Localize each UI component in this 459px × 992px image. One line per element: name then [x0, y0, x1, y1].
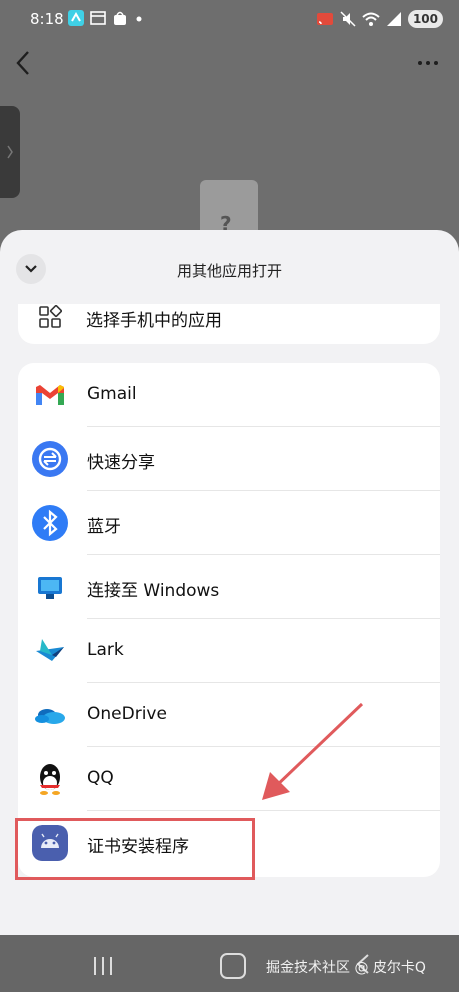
watermark: 掘金技术社区 @ 皮尔卡Q: [266, 960, 426, 976]
qq-icon: [40, 764, 60, 795]
signal-icon: [386, 12, 401, 26]
bluetooth-icon: [32, 505, 68, 541]
sheet-header: 用其他应用打开: [0, 230, 459, 305]
recent-apps-icon[interactable]: [92, 955, 114, 977]
home-button[interactable]: [220, 953, 246, 979]
wifi-icon: [362, 12, 380, 26]
clock: 8:18: [30, 10, 64, 28]
app-grid-icon: [39, 305, 62, 328]
sheet-title: 用其他应用打开: [176, 262, 282, 280]
onedrive-icon: [35, 709, 65, 724]
app-item-qq[interactable]: QQ: [18, 747, 440, 811]
app-name: Lark: [87, 640, 124, 660]
calendar-icon: [90, 11, 106, 25]
mute-icon: [340, 11, 356, 27]
app-name: QQ: [87, 768, 114, 788]
mirror-app-icon: [68, 10, 84, 26]
choose-app-card[interactable]: 选择手机中的应用: [18, 304, 440, 344]
cast-icon: [316, 13, 333, 25]
status-bar: 8:18 100: [0, 0, 459, 40]
app-item-link-to-windows[interactable]: 连接至 Windows: [18, 555, 440, 619]
back-arrow-icon[interactable]: [12, 48, 36, 78]
app-list: Gmail 快速分享 蓝牙 连接至 Windows Lark OneDrive …: [18, 363, 440, 877]
battery-indicator: 100: [407, 10, 443, 28]
lark-icon: [36, 639, 64, 661]
app-item-bluetooth[interactable]: 蓝牙: [18, 491, 440, 555]
app-name: Gmail: [87, 384, 137, 404]
app-name: OneDrive: [87, 704, 167, 724]
gmail-icon: [36, 385, 64, 405]
top-app-bar: [0, 40, 459, 90]
app-name: 蓝牙: [87, 517, 121, 537]
app-item-quick-share[interactable]: 快速分享: [18, 427, 440, 491]
app-item-gmail[interactable]: Gmail: [18, 363, 440, 427]
link-to-windows-icon: [38, 577, 62, 599]
highlight-box: [15, 818, 255, 880]
side-panel-handle[interactable]: [0, 106, 20, 198]
annotation-arrow-icon: [262, 702, 364, 800]
more-options-icon[interactable]: [417, 50, 439, 76]
dot-icon: [136, 16, 142, 22]
navigation-bar: 掘金技术社区 @ 皮尔卡Q: [0, 935, 459, 992]
app-item-onedrive[interactable]: OneDrive: [18, 683, 440, 747]
notification-icons: [68, 10, 144, 26]
choose-app-label: 选择手机中的应用: [86, 311, 222, 331]
system-icons: 100: [316, 10, 443, 28]
app-item-lark[interactable]: Lark: [18, 619, 440, 683]
chevron-right-icon: [7, 145, 13, 159]
app-name: 连接至 Windows: [87, 581, 220, 601]
app-name: 快速分享: [87, 453, 155, 473]
quick-share-icon: [32, 441, 68, 477]
bag-icon: [114, 11, 126, 25]
